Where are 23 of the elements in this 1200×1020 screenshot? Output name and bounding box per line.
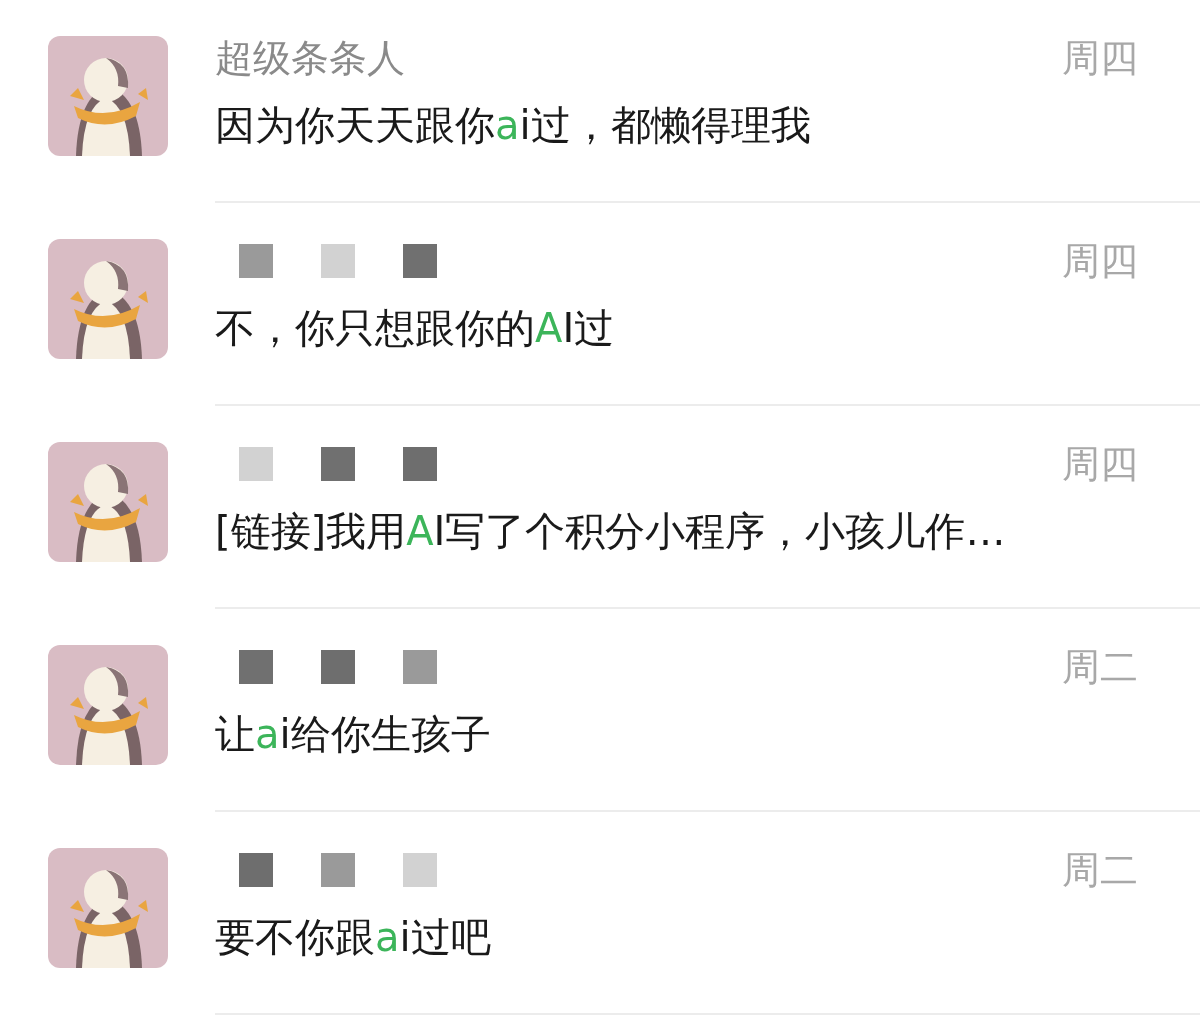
redaction-block <box>239 244 273 278</box>
redaction-block <box>403 244 437 278</box>
redaction-block <box>321 650 355 684</box>
redaction-block <box>403 853 437 887</box>
redaction-block <box>403 447 437 481</box>
message-preview: 因为你天天跟你ai过，都懒得理我 <box>215 101 812 150</box>
redaction-block <box>321 244 355 278</box>
message-preview: 让ai给你生孩子 <box>215 710 492 759</box>
message-time: 周四 <box>1062 440 1138 488</box>
message-time: 周二 <box>1062 643 1138 691</box>
redaction-block <box>403 650 437 684</box>
redaction-block <box>239 650 273 684</box>
contact-name: 超级条条人 <box>215 34 405 82</box>
redaction-block <box>321 853 355 887</box>
redaction-block <box>239 447 273 481</box>
redaction-block <box>239 853 273 887</box>
message-time: 周四 <box>1062 237 1138 285</box>
message-preview: [链接]我用AI写了个积分小程序，小孩儿作… <box>215 507 1007 556</box>
message-preview: 要不你跟ai过吧 <box>215 913 492 962</box>
message-time: 周二 <box>1062 846 1138 894</box>
message-preview: 不，你只想跟你的AI过 <box>215 304 616 353</box>
message-time: 周四 <box>1062 34 1138 82</box>
redaction-block <box>321 447 355 481</box>
